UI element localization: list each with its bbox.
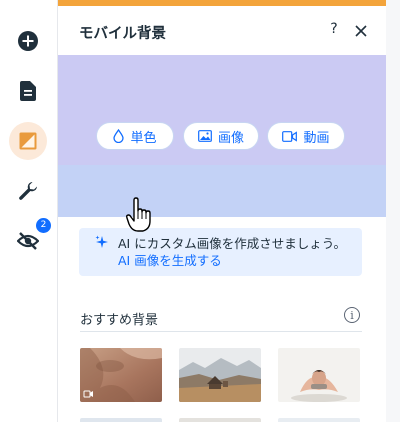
eye-off-icon (17, 232, 39, 250)
settings-button[interactable] (9, 172, 47, 210)
page-icon (20, 81, 36, 101)
generate-ai-image-link[interactable]: AI 画像を生成する (118, 253, 222, 268)
panel-scrollbar[interactable] (386, 0, 400, 422)
video-icon (282, 130, 298, 142)
thumbnail-mountain-cabin[interactable] (179, 348, 261, 402)
pages-button[interactable] (9, 72, 47, 110)
color-button[interactable]: 単色 (96, 122, 174, 150)
wrench-icon (19, 182, 37, 200)
video-button-label: 動画 (303, 130, 330, 146)
image-button[interactable]: 画像 (183, 122, 259, 150)
droplet-icon (113, 129, 125, 143)
left-tool-rail: 2 (0, 0, 58, 422)
thumbnail-row2-3[interactable] (278, 418, 360, 422)
color-button-label: 単色 (130, 130, 157, 146)
ai-banner-message: AI にカスタム画像を作成させましょう。 (118, 236, 346, 251)
info-icon[interactable]: i (344, 307, 360, 323)
panel-title: モバイル背景 (79, 26, 166, 42)
thumbnail-leaf-shadow[interactable] (80, 348, 162, 402)
close-icon[interactable] (354, 24, 368, 38)
add-elements-button[interactable] (9, 22, 47, 60)
thumbnail-row2-1[interactable] (80, 418, 162, 422)
mobile-background-panel: モバイル背景 ? 単色 画像 動画 AI にカスタム画像を作成させましょう。AI… (58, 0, 386, 422)
image-icon (198, 130, 212, 142)
background-button[interactable] (9, 122, 47, 160)
background-icon (19, 132, 37, 150)
image-button-label: 画像 (217, 130, 244, 146)
panel-accent-bar (58, 0, 386, 6)
preview-lower-band (58, 165, 386, 217)
help-button[interactable]: ? (326, 21, 342, 37)
hand-cursor-icon (126, 197, 151, 232)
recommended-backgrounds-title: おすすめ背景 (80, 313, 159, 328)
section-divider (80, 331, 362, 332)
plus-circle-icon (18, 31, 38, 51)
ai-banner-text: AI にカスタム画像を作成させましょう。 AI 画像を生成する (118, 235, 356, 269)
hidden-elements-badge: 2 (36, 218, 51, 233)
ai-image-banner: AI にカスタム画像を作成させましょう。 AI 画像を生成する (79, 228, 362, 276)
video-button[interactable]: 動画 (267, 122, 345, 150)
thumbnail-yoga-pose[interactable] (278, 348, 360, 402)
thumbnail-row2-2[interactable] (179, 418, 261, 422)
sparkle-icon (95, 235, 108, 248)
